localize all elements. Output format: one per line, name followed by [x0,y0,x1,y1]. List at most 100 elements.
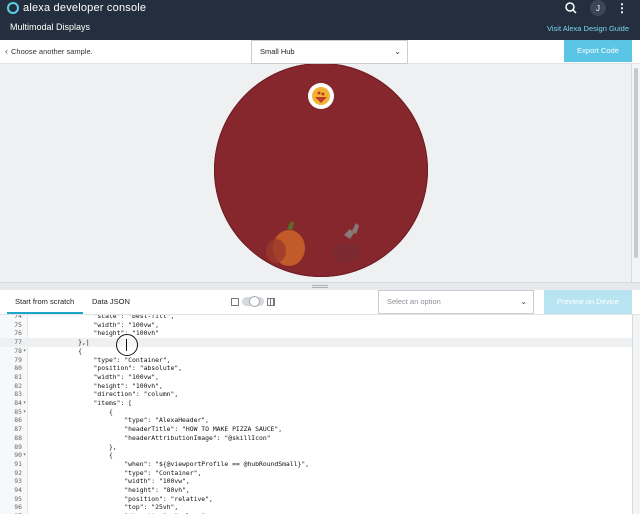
code-text: "position": "relative", [32,494,213,503]
brand[interactable]: alexa developer console [7,1,146,15]
code-text: "position": "absolute", [32,364,183,373]
code-line[interactable]: 93 "width": "100vw", [0,477,632,486]
option-select[interactable]: Select an option ⌄ [378,290,534,314]
line-number: 89 [14,442,22,451]
code-text: { [32,346,83,355]
split-pane-icon[interactable] [267,297,275,306]
code-text: "headerAttributionImage": "@skillIcon" [32,433,271,442]
code-text: "direction": "column", [32,390,179,399]
code-text: }, [32,442,117,451]
code-text: "when": "${@viewportProfile == @hubRound… [32,459,310,468]
fold-toggle-icon[interactable]: ▾ [23,347,26,356]
line-number: 93 [14,477,22,486]
code-line[interactable]: 85 ▾ { [0,408,632,417]
code-line[interactable]: 82 "height": "100vh", [0,382,632,391]
line-number: 78 [14,346,22,355]
line-number: 90 [14,451,22,460]
export-code-button[interactable]: Export Code [564,40,632,62]
code-text: "type": "AlexaHeader", [32,416,209,425]
chevron-down-icon: ⌄ [520,297,527,306]
code-text: "height": "100vh", [32,381,163,390]
brand-title: alexa developer console [23,2,147,14]
line-number: 83 [14,390,22,399]
back-link-label: Choose another sample. [11,46,93,56]
line-number: 84 [14,399,22,407]
code-line[interactable]: 88 "headerAttributionImage": "@skillIcon… [0,434,632,443]
code-line[interactable]: 90 ▾ { [0,451,632,460]
line-number: 85 [14,407,22,416]
preview-on-device-button[interactable]: Preview on Device [544,290,632,314]
tab-start-from-scratch[interactable]: Start from scratch [15,297,74,306]
code-text: },| [32,338,90,347]
chevron-down-icon: ⌄ [394,47,401,56]
editor-header: Start from scratch Data JSON Select an o… [0,290,640,315]
chevron-left-icon: ‹ [5,46,8,56]
code-text: "height": "80vh", [32,486,190,494]
fold-toggle-icon[interactable]: ▾ [23,451,26,460]
code-line[interactable]: 96 "top": "25vh", [0,503,632,512]
code-text: "width": "100vw", [32,477,190,486]
code-line[interactable]: 84 ▾ "items": [ [0,399,632,408]
line-number: 79 [14,355,22,364]
code-line[interactable]: 78 ▾ { [0,347,632,356]
layout-toggle [231,296,275,307]
code-line[interactable]: 87 "headerTitle": "HOW TO MAKE PIZZA SAU… [0,425,632,434]
code-line[interactable]: 83 "direction": "column", [0,390,632,399]
code-text: "items": [ [32,399,133,407]
mouse-cursor-highlight [116,334,138,356]
text-cursor-icon [126,339,129,351]
code-text: "height": "100vh" [32,329,159,338]
code-line[interactable]: 80 "position": "absolute", [0,364,632,373]
device-select[interactable]: Small Hub ⌄ [251,40,408,64]
search-icon[interactable] [563,0,579,16]
code-line[interactable]: 92 "type": "Container", [0,469,632,478]
small-hub-display [214,64,428,277]
code-line[interactable]: 86 "type": "AlexaHeader", [0,416,632,425]
code-text: "type": "Container", [32,468,202,477]
line-number: 95 [14,494,22,503]
visit-design-guide-link[interactable]: Visit Alexa Design Guide [547,24,629,33]
fold-toggle-icon[interactable]: ▾ [23,399,26,408]
skill-icon [308,83,334,109]
line-number: 75 [14,320,22,329]
code-text: { [32,451,113,460]
code-line[interactable]: 81 "width": "100vw", [0,373,632,382]
line-number: 94 [14,486,22,494]
device-select-value: Small Hub [260,47,295,56]
panel-resize-handle[interactable] [0,282,640,290]
line-number: 91 [14,459,22,468]
code-line[interactable]: 76 "height": "100vh" [0,329,632,338]
line-number: 92 [14,468,22,477]
code-line[interactable]: 91 "when": "${@viewportProfile == @hubRo… [0,460,632,469]
code-line[interactable]: 79 "type": "Container", [0,356,632,365]
preview-toolbar: ‹ Choose another sample. Small Hub ⌄ Exp… [0,40,640,64]
code-line[interactable]: 95 "position": "relative", [0,495,632,504]
code-line[interactable]: 77 },| [0,338,632,347]
code-text: "type": "Container", [32,355,171,364]
code-text: "top": "25vh", [32,503,179,512]
code-line[interactable]: 75 "width": "100vw", [0,321,632,330]
preview-scrollbar[interactable] [631,64,640,282]
vegetables-image [266,221,360,266]
option-select-placeholder: Select an option [387,297,441,306]
more-options-icon[interactable]: ⋮ [616,0,628,16]
tab-data-json[interactable]: Data JSON [92,297,130,306]
fold-toggle-icon[interactable]: ▾ [23,408,26,417]
choose-another-sample-link[interactable]: ‹ Choose another sample. [5,46,93,56]
single-pane-icon[interactable] [231,297,239,306]
user-avatar[interactable]: J [590,0,606,16]
editor-scrollbar[interactable] [632,315,640,514]
line-number: 96 [14,503,22,512]
top-navigation-bar: alexa developer console Multimodal Displ… [0,0,640,40]
line-number: 82 [14,381,22,390]
line-number: 87 [14,425,22,434]
line-number: 77 [14,338,22,347]
code-line[interactable]: 89 }, [0,443,632,452]
code-text: "headerTitle": "HOW TO MAKE PIZZA SAUCE"… [32,425,283,434]
device-preview-area [0,64,631,282]
line-number: 88 [14,433,22,442]
layout-switch[interactable] [242,296,264,307]
code-line[interactable]: 94 "height": "80vh", [0,486,632,495]
line-number: 86 [14,416,22,425]
code-editor[interactable]: 74 "scale": "best-fill", 75 "width": "100… [0,315,632,514]
